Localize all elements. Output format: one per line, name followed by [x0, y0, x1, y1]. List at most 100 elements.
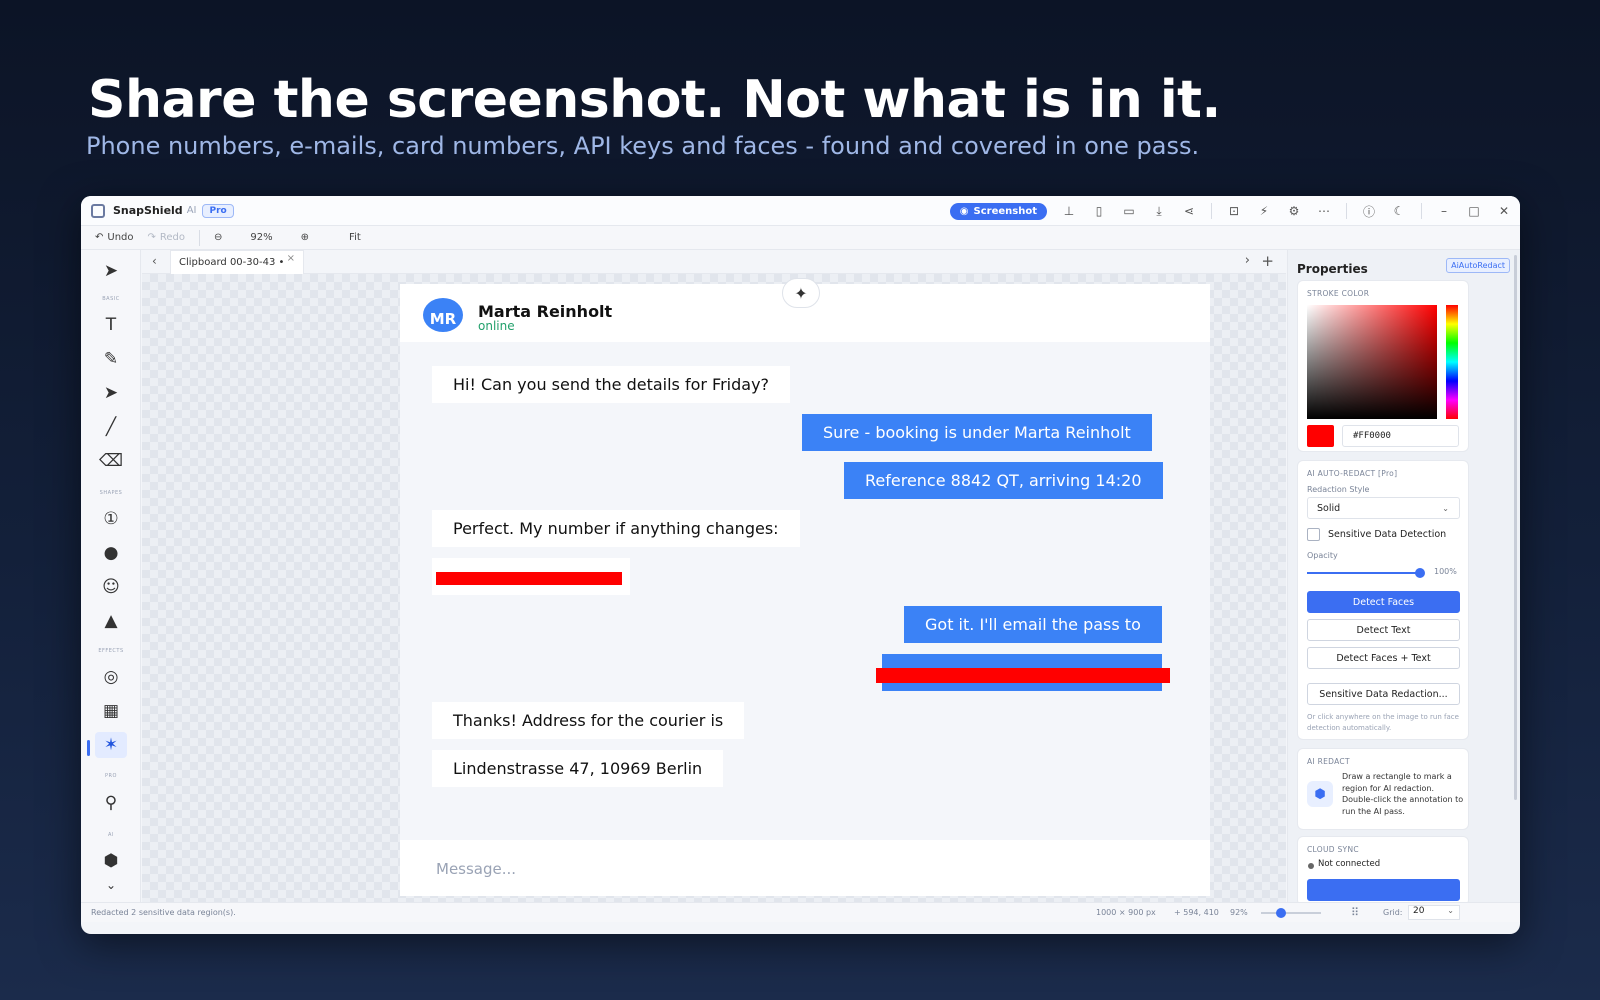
hex-color-input[interactable]: #FF0000 [1342, 425, 1459, 447]
sparkle-redact-tool-icon[interactable]: ✶ [95, 732, 127, 758]
blur-tool-icon[interactable]: ◎ [95, 664, 127, 690]
divider [1421, 203, 1422, 219]
group-label-effects: EFFECTS [98, 648, 124, 654]
document-tabs: ‹ Clipboard 00-30-43 • × › + [142, 250, 1286, 274]
redaction-box[interactable] [876, 668, 1170, 683]
opacity-label: Opacity [1307, 551, 1338, 560]
redaction-box[interactable] [436, 572, 622, 585]
add-sparkle-icon[interactable]: ✦ [782, 278, 820, 308]
chat-screenshot[interactable]: MR Marta Reinholt online ✦ Hi! Can you s… [400, 278, 1210, 896]
chevron-down-icon: ⌄ [1442, 503, 1449, 513]
message-incoming: Hi! Can you send the details for Friday? [432, 366, 791, 403]
new-tab-icon[interactable]: + [1261, 252, 1274, 270]
group-label-shapes: SHAPES [99, 490, 123, 496]
tool-sidebar: ➤ BASIC T ✎ ➤ ╱ ⌫ SHAPES ① ● ☺ ▲ EFFECTS… [81, 250, 141, 902]
screenshot-button[interactable]: ◉ Screenshot [949, 202, 1047, 220]
zoom-in-icon[interactable]: ⊕ [301, 232, 309, 243]
emoji-tool-icon[interactable]: ☺ [95, 574, 127, 600]
cursor-coordinates: + 594, 410 [1174, 908, 1219, 917]
opacity-slider-knob[interactable] [1415, 568, 1425, 578]
opacity-value: 100% [1434, 567, 1457, 576]
line-tool-icon[interactable]: ╱ [95, 414, 127, 440]
message-incoming: Lindenstrasse 47, 10969 Berlin [432, 750, 724, 787]
color-picker-area[interactable] [1307, 305, 1437, 419]
zoom-slider-knob[interactable] [1276, 908, 1286, 918]
pen-tool-icon[interactable]: ✎ [95, 346, 127, 372]
properties-panel: Properties AiAutoRedact STROKE COLOR #FF… [1287, 250, 1520, 906]
opacity-slider[interactable] [1307, 572, 1419, 574]
ellipse-tool-icon[interactable]: ● [95, 540, 127, 566]
moon-icon[interactable]: ☾ [1391, 204, 1407, 218]
sensitive-data-redaction-button[interactable]: Sensitive Data Redaction... [1307, 683, 1460, 705]
file-icon[interactable]: ▯ [1091, 204, 1107, 218]
title-bar: SnapShield AI Pro ◉ Screenshot ⊥ ▯ ▭ ⤓ ⋖… [81, 196, 1520, 226]
pin-icon[interactable]: ⊥ [1061, 204, 1077, 218]
detect-text-button[interactable]: Detect Text [1307, 619, 1460, 641]
message-incoming: Perfect. My number if anything changes: [432, 510, 800, 547]
grid-label: Grid: [1383, 908, 1403, 917]
panel-scrollbar[interactable] [1514, 255, 1517, 800]
redo-label: Redo [159, 232, 186, 243]
select-tool-icon[interactable]: ➤ [95, 258, 127, 284]
tab-prev-icon[interactable]: ‹ [152, 254, 157, 268]
stroke-color-label: STROKE COLOR [1307, 289, 1370, 298]
cloud-connect-button[interactable] [1307, 879, 1460, 901]
ai-redact-description: Draw a rectangle to mark a region for AI… [1342, 772, 1464, 816]
redaction-style-select[interactable]: Solid ⌄ [1307, 497, 1460, 519]
zoom-out-icon[interactable]: ⊖ [214, 232, 222, 243]
zoom-slider[interactable] [1261, 912, 1321, 914]
download-icon[interactable]: ⤓ [1151, 204, 1167, 219]
step-number-tool-icon[interactable]: ① [95, 506, 127, 532]
auto-redact-badge[interactable]: AiAutoRedact [1446, 258, 1510, 273]
sensitive-detection-label: Sensitive Data Detection [1328, 529, 1447, 540]
face-detection-hint: Or click anywhere on the image to run fa… [1307, 713, 1459, 732]
message-input[interactable]: Message... [436, 860, 516, 878]
message-outgoing: Reference 8842 QT, arriving 14:20 [844, 462, 1163, 499]
tab-next-icon[interactable]: › [1245, 253, 1250, 268]
folder-icon[interactable]: ▭ [1121, 204, 1137, 218]
cloud-sync-status: Not connected [1318, 859, 1381, 869]
ai-shield-tool-icon[interactable]: ⬢ [95, 848, 127, 874]
chevron-down-icon[interactable]: ⌄ [95, 872, 127, 898]
pixelate-tool-icon[interactable]: ▦ [95, 698, 127, 724]
tab-label: Clipboard 00-30-43 • [179, 257, 285, 268]
text-tool-icon[interactable]: T [95, 312, 127, 338]
eraser-tool-icon[interactable]: ⌫ [95, 448, 127, 474]
contact-status: online [478, 319, 515, 333]
editor-canvas[interactable]: MR Marta Reinholt online ✦ Hi! Can you s… [142, 274, 1286, 902]
shield-icon: ⬢ [1307, 781, 1333, 807]
properties-title: Properties [1297, 262, 1368, 276]
tab-clipboard[interactable]: Clipboard 00-30-43 • × [170, 250, 304, 274]
more-icon[interactable]: ⋯ [1316, 204, 1332, 218]
detect-faces-button[interactable]: Detect Faces [1307, 591, 1460, 613]
arrow-tool-icon[interactable]: ➤ [95, 380, 127, 406]
undo-button[interactable]: ↶ Undo [95, 232, 134, 243]
gear-icon[interactable]: ⚙ [1286, 204, 1302, 218]
minimize-icon[interactable]: – [1436, 204, 1452, 218]
magnifier-tool-icon[interactable]: ⚲ [95, 790, 127, 816]
shapes-tool-icon[interactable]: ▲ [95, 608, 127, 634]
detect-faces-text-button[interactable]: Detect Faces + Text [1307, 647, 1460, 669]
chat-compose-bar: Message... [400, 840, 1210, 896]
share-icon[interactable]: ⋖ [1181, 204, 1197, 218]
maximize-icon[interactable]: □ [1466, 204, 1482, 218]
hue-slider[interactable] [1446, 305, 1458, 419]
undo-label: Undo [107, 232, 134, 243]
grid-size-select[interactable]: 20 ⌄ [1408, 905, 1460, 920]
info-icon[interactable]: ⓘ [1361, 203, 1377, 220]
tab-close-icon[interactable]: × [287, 253, 295, 264]
redo-button[interactable]: ↷ Redo [148, 232, 186, 243]
sensitive-detection-checkbox[interactable] [1307, 528, 1320, 541]
color-swatch[interactable] [1307, 425, 1334, 447]
lightning-icon[interactable]: ⚡ [1256, 204, 1272, 218]
undo-icon: ↶ [95, 232, 104, 243]
grid-toggle-icon[interactable]: ⠿ [1351, 906, 1359, 919]
ai-redact-card: AI REDACT ⬢ Draw a rectangle to mark a r… [1297, 748, 1469, 830]
zoom-level: 92% [250, 232, 273, 243]
fit-button[interactable]: Fit [349, 232, 361, 243]
status-message: Redacted 2 sensitive data region(s). [91, 908, 236, 917]
robot-icon[interactable]: ⊡ [1226, 204, 1242, 218]
close-icon[interactable]: ✕ [1496, 204, 1512, 218]
redo-icon: ↷ [147, 232, 156, 243]
status-zoom: 92% [1230, 908, 1248, 917]
